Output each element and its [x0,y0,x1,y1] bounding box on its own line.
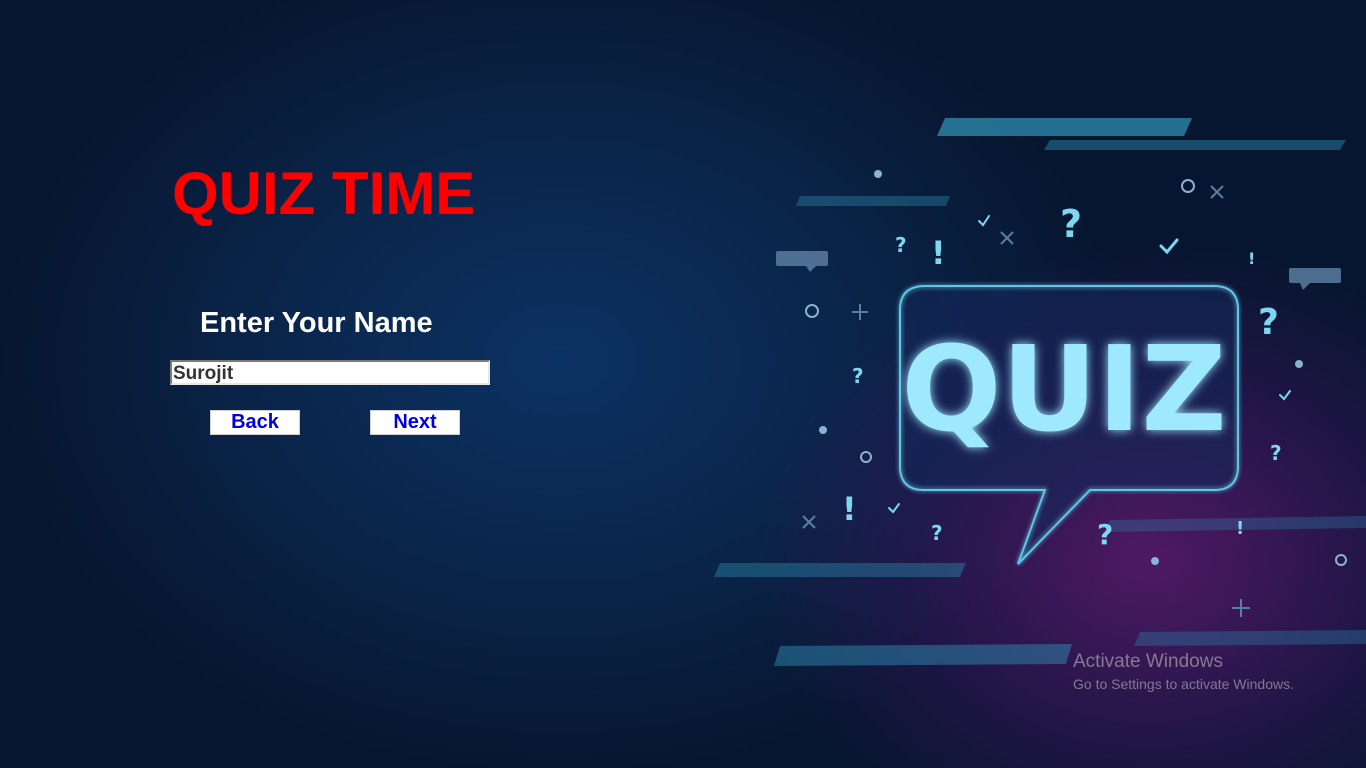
svg-text:?: ? [852,364,864,388]
svg-text:!: ! [1248,249,1255,268]
page-title: QUIZ TIME [172,160,476,227]
svg-text:?: ? [895,233,907,257]
chat-bubble-icon [776,251,1341,290]
name-prompt-label: Enter Your Name [200,307,433,339]
svg-text:!: ! [931,234,946,272]
next-button[interactable]: Next [370,410,460,435]
svg-text:!: ! [1236,518,1244,539]
svg-text:?: ? [1270,441,1282,465]
svg-text:?: ? [1258,302,1279,343]
quiz-window: QUIZ TIME Enter Your Name Back Next [0,0,1366,768]
back-button[interactable]: Back [210,410,300,435]
activate-windows-title: Activate Windows [1073,651,1223,672]
name-input[interactable] [170,360,490,385]
svg-text:?: ? [1060,202,1082,246]
svg-text:?: ? [1097,518,1113,551]
svg-text:!: ! [842,490,857,528]
svg-text:?: ? [931,521,943,545]
quiz-illustration: QUIZ ? ? ? ? ? ? ? ! ! ! ! [714,118,1366,666]
quiz-banner-text: QUIZ [901,320,1227,458]
activate-windows-subtitle: Go to Settings to activate Windows. [1073,676,1294,692]
